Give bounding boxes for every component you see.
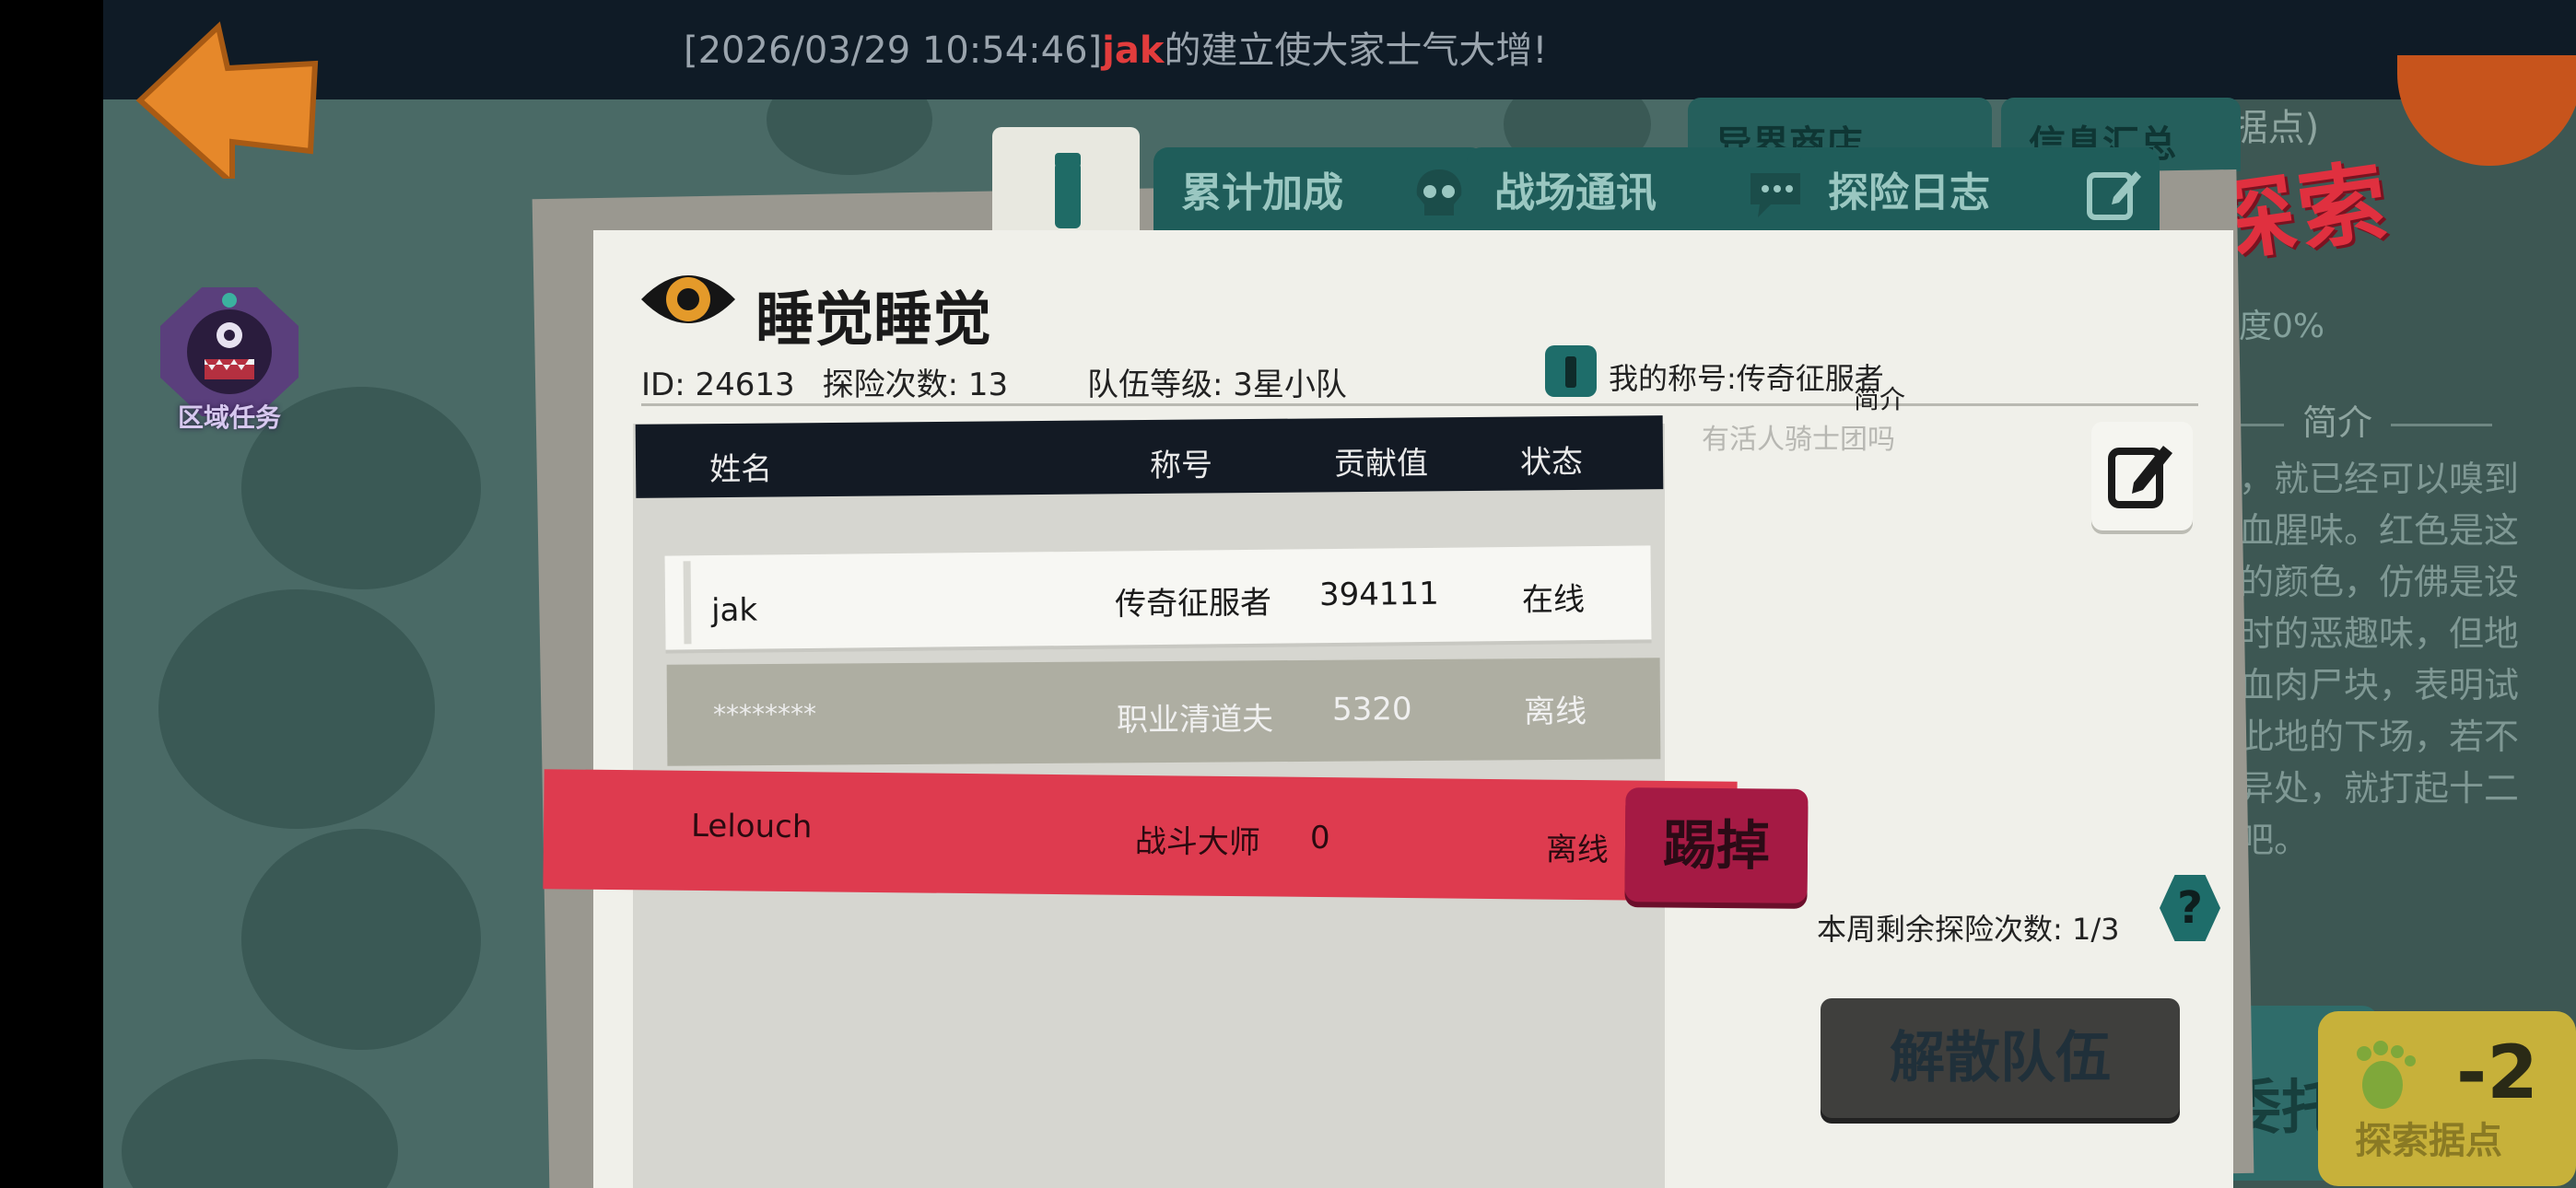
monster-icon <box>160 287 299 416</box>
member-status: 离线 <box>1545 831 1610 869</box>
member-title: 传奇征服者 <box>1114 584 1272 623</box>
member-name: ******** <box>712 698 817 730</box>
area-task-button[interactable]: 区域任务 <box>151 287 308 435</box>
edit-intro-button[interactable] <box>2091 422 2193 530</box>
broadcast-player: jak <box>1102 29 1165 72</box>
table-header: 姓名 称号 贡献值 状态 <box>635 415 1664 498</box>
table-row-selected[interactable]: Lelouch 战斗大师 0 离线 <box>543 769 1738 902</box>
member-contribution: 394111 <box>1318 575 1439 614</box>
member-contribution: 5320 <box>1331 691 1412 728</box>
tab-bonus[interactable]: 累计加成 <box>1153 147 1485 239</box>
broadcast-message: [2026/03/29 10:54:46]jak的建立使大家士气大增! <box>684 20 1547 74</box>
table-row[interactable]: ******** 职业清道夫 5320 离线 <box>666 658 1661 766</box>
game-scene: [2026/03/29 10:54:46]jak的建立使大家士气大增! 区域任务… <box>103 0 2576 1188</box>
team-level: 队伍等级: 3星小队 <box>1087 367 1347 403</box>
bg-silhouette <box>122 1059 398 1188</box>
footprint-icon <box>2357 1041 2416 1109</box>
member-status: 在线 <box>1521 581 1586 619</box>
edit-log-icon <box>2087 171 2141 220</box>
team-explore-count: 探险次数: 13 <box>822 367 1009 403</box>
team-id: ID: 24613 <box>641 367 795 403</box>
info-icon-bar <box>1055 162 1081 228</box>
area-task-label: 区域任务 <box>177 402 281 433</box>
back-button[interactable] <box>131 13 324 190</box>
member-title: 战斗大师 <box>1134 822 1261 862</box>
skull-icon <box>1416 169 1462 215</box>
eye-icon <box>638 262 739 336</box>
tab-info[interactable] <box>992 127 1140 247</box>
member-name: jak <box>710 591 758 630</box>
col-contribution: 贡献值 <box>1333 445 1429 483</box>
col-title: 称号 <box>1149 447 1213 484</box>
chat-bubble-icon <box>1751 173 1804 217</box>
tab-bonus-label: 累计加成 <box>1181 169 1343 216</box>
broadcast-text: 的建立使大家士气大增! <box>1164 29 1548 72</box>
edit-icon <box>2108 446 2172 508</box>
explore-point-cost: -2 <box>2456 1030 2538 1115</box>
kick-button[interactable]: 踢掉 <box>1624 787 1809 903</box>
col-name: 姓名 <box>708 450 773 489</box>
tab-comms-label: 战场通讯 <box>1494 169 1657 216</box>
table-row[interactable]: jak 传奇征服者 394111 在线 <box>664 545 1652 650</box>
bg-silhouette <box>158 589 435 829</box>
team-name: 睡觉睡觉 <box>755 286 991 355</box>
tab-comms[interactable]: 战场通讯 <box>1467 147 1826 239</box>
member-name: Lelouch <box>690 807 813 846</box>
divider <box>641 403 2198 406</box>
member-contribution: 0 <box>1309 819 1330 857</box>
team-intro-value: 有活人骑士团吗 <box>1702 424 1895 456</box>
back-arrow-icon <box>135 21 319 190</box>
my-title: 我的称号:传奇征服者 <box>1609 361 1884 396</box>
team-meta: ID: 24613 探险次数: 13 <box>641 359 1036 404</box>
team-intro-label: 简介 <box>1854 384 1906 414</box>
member-status: 离线 <box>1523 693 1587 731</box>
disband-button[interactable]: 解散队伍 <box>1821 998 2180 1118</box>
broadcast-timestamp: [2026/03/29 10:54:46] <box>684 29 1103 72</box>
tab-log[interactable]: 探险日志 <box>1800 147 2160 239</box>
tab-log-label: 探险日志 <box>1828 169 1990 216</box>
explore-point-label: 探索据点 <box>2355 1120 2502 1162</box>
col-status: 状态 <box>1519 443 1584 482</box>
weekly-remaining: 本周剩余探险次数: 1/3 <box>1817 912 2120 947</box>
member-title: 职业清道夫 <box>1116 701 1274 740</box>
explore-outpost-button[interactable]: -2 探索据点 <box>2318 1011 2576 1186</box>
title-info-icon <box>1545 345 1597 397</box>
bg-silhouette <box>241 829 481 1050</box>
